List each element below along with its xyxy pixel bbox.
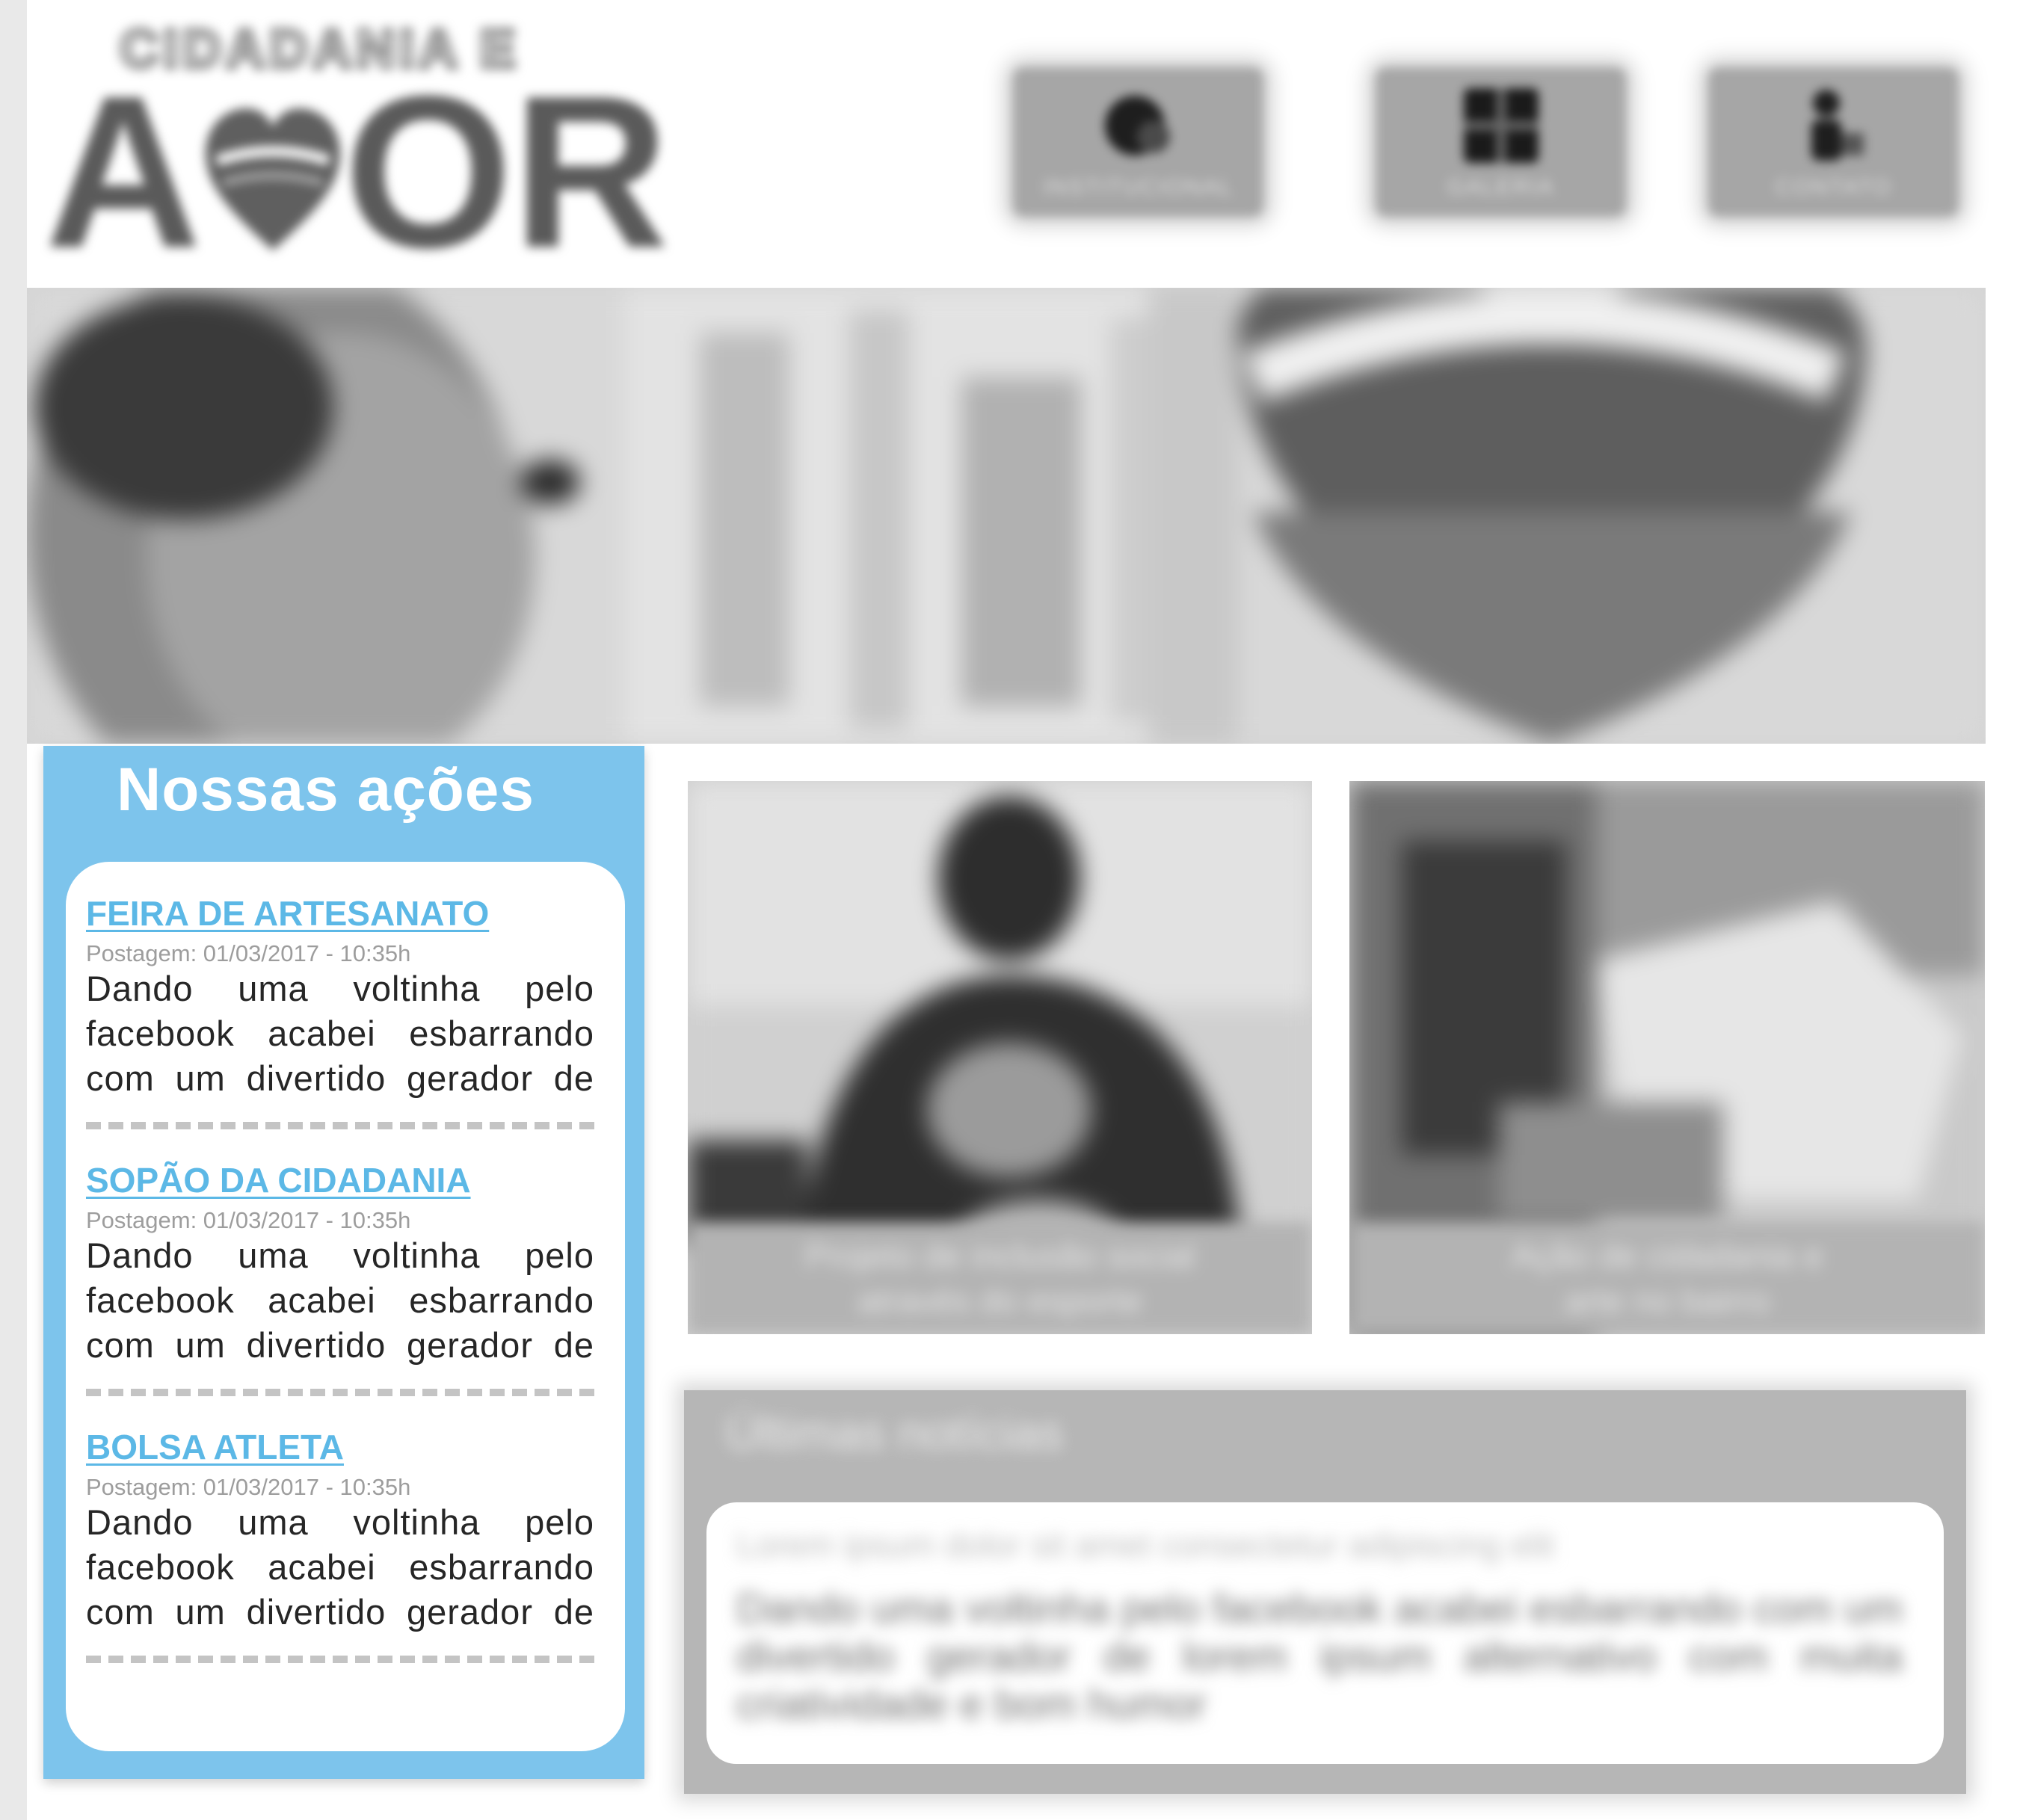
latest-news-title: Últimas notícias [725, 1406, 1063, 1460]
nav-button-contato[interactable]: CONTATO [1708, 67, 1959, 217]
action-post-title-link[interactable]: BOLSA ATLETA [86, 1427, 344, 1467]
action-post-date: Postagem: 01/03/2017 - 10:35h [86, 940, 411, 966]
action-post-title-link[interactable]: SOPÃO DA CIDADANIA [86, 1160, 471, 1200]
nav-button-galeria[interactable]: GALERIA [1376, 67, 1626, 217]
logo-letter-a: A [45, 51, 202, 293]
action-post-excerpt: Dando uma voltinha pelo facebook acabei … [86, 1502, 594, 1632]
page-edge-strip [0, 0, 27, 1820]
action-post: BOLSA ATLETA Postagem: 01/03/2017 - 10:3… [86, 1395, 594, 1663]
nav-label: CONTATO [1775, 175, 1892, 200]
latest-news-panel: Últimas notícias Lorem ipsum dolor sit a… [684, 1390, 1966, 1794]
photo-caption-line: arte no bairro [1565, 1281, 1770, 1320]
action-post-excerpt: Dando uma voltinha pelo facebook acabei … [86, 969, 594, 1098]
actions-title: Nossas ações [117, 756, 535, 824]
institution-icon [1094, 81, 1183, 170]
actions-list: FEIRA DE ARTESANATO Postagem: 01/03/2017… [66, 862, 625, 1751]
latest-news-card[interactable]: Lorem ipsum dolor sit amet consectetur a… [706, 1502, 1944, 1764]
site-logo[interactable]: CIDADANIA E A OR [45, 18, 680, 293]
nav-label: INSTITUCIONAL [1043, 175, 1234, 200]
action-post-date: Postagem: 01/03/2017 - 10:35h [86, 1474, 411, 1500]
nav-label: GALERIA [1447, 175, 1555, 200]
news-item-excerpt: Dando uma voltinha pelo facebook acabei … [736, 1585, 1903, 1727]
nav-button-institucional[interactable]: INSTITUCIONAL [1013, 67, 1263, 217]
actions-panel: Nossas ações FEIRA DE ARTESANATO Postage… [43, 746, 644, 1779]
logo-wordmark: A OR [45, 51, 680, 293]
action-post: FEIRA DE ARTESANATO Postagem: 01/03/2017… [86, 862, 594, 1129]
gallery-icon [1456, 81, 1546, 170]
photo-caption-line: Ação de cidadania e [1511, 1236, 1823, 1275]
news-item-title[interactable]: Lorem ipsum dolor sit amet consectetur a… [736, 1525, 1554, 1565]
contact-icon [1789, 81, 1879, 170]
photo-caption: Ação de cidadania e arte no bairro [1349, 1222, 1985, 1334]
photo-caption-line: Projeto de inclusão social [804, 1236, 1195, 1275]
heart-icon [206, 108, 340, 250]
photo-caption: Projeto de inclusão social através do es… [688, 1222, 1312, 1334]
hero-banner[interactable] [27, 288, 1986, 744]
action-post: SOPÃO DA CIDADANIA Postagem: 01/03/2017 … [86, 1129, 594, 1396]
logo-letters-or: OR [344, 51, 669, 293]
action-post-title-link[interactable]: FEIRA DE ARTESANATO [86, 893, 489, 934]
dashed-divider [86, 1656, 594, 1663]
photo-caption-line: através do esporte [857, 1281, 1142, 1320]
hero-image [27, 288, 1986, 744]
action-post-excerpt: Dando uma voltinha pelo facebook acabei … [86, 1236, 594, 1365]
action-post-date: Postagem: 01/03/2017 - 10:35h [86, 1207, 411, 1233]
photo-card-2[interactable]: Ação de cidadania e arte no bairro [1349, 781, 1985, 1334]
photo-card-1[interactable]: Projeto de inclusão social através do es… [688, 781, 1312, 1334]
